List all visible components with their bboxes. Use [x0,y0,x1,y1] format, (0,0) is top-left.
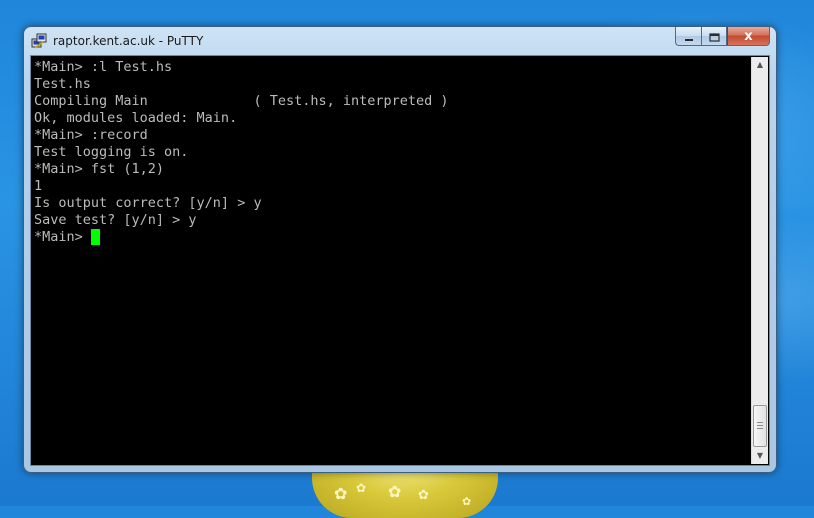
minimize-icon [684,27,694,46]
terminal-line: *Main> fst (1,2) [34,161,165,177]
maximize-button[interactable] [701,27,727,46]
terminal-line: *Main> :l Test.hs [34,59,173,75]
text-cursor [90,229,100,245]
title-bar[interactable]: raptor.kent.ac.uk - PuTTY x [24,27,776,55]
grip-line [757,428,763,429]
terminal-line: Is output correct? [y/n] > y [34,195,262,211]
flower-petal-icon: ✿ [462,495,472,508]
flower-petal-icon: ✿ [334,484,348,503]
window-title: raptor.kent.ac.uk - PuTTY [53,34,204,48]
grip-line [757,422,763,423]
flower-petal-icon: ✿ [388,482,402,501]
prompt-text: *Main> [34,229,91,245]
putty-window: raptor.kent.ac.uk - PuTTY x *Main> :l Te… [23,26,777,473]
putty-icon[interactable] [31,33,47,49]
close-icon: x [744,28,753,44]
minimize-button[interactable] [675,27,701,46]
scroll-up-arrow-icon[interactable]: ▲ [752,57,768,73]
terminal-client-area: *Main> :l Test.hs Test.hs Compiling Main… [30,55,770,466]
caption-buttons: x [675,27,770,47]
scroll-thumb[interactable] [753,405,767,447]
terminal-line: Save test? [y/n] > y [34,212,197,228]
terminal-line: *Main> :record [34,127,148,143]
flower-petal-icon: ✿ [418,488,429,503]
terminal-line: 1 [34,178,43,194]
grip-line [757,425,763,426]
close-button[interactable]: x [727,27,770,46]
flower-petal-icon: ✿ [356,481,367,495]
terminal-prompt-line: *Main> [34,229,100,246]
maximize-icon [708,27,720,46]
terminal-line: Test.hs [34,76,91,92]
vertical-scrollbar[interactable]: ▲ ▼ [751,57,768,464]
terminal-output[interactable]: *Main> :l Test.hs Test.hs Compiling Main… [33,58,751,463]
terminal-line: Compiling Main ( Test.hs, interpreted ) [34,93,449,109]
terminal-line: Test logging is on. [34,144,189,160]
terminal-line: Ok, modules loaded: Main. [34,110,238,126]
scroll-down-arrow-icon[interactable]: ▼ [752,448,768,464]
